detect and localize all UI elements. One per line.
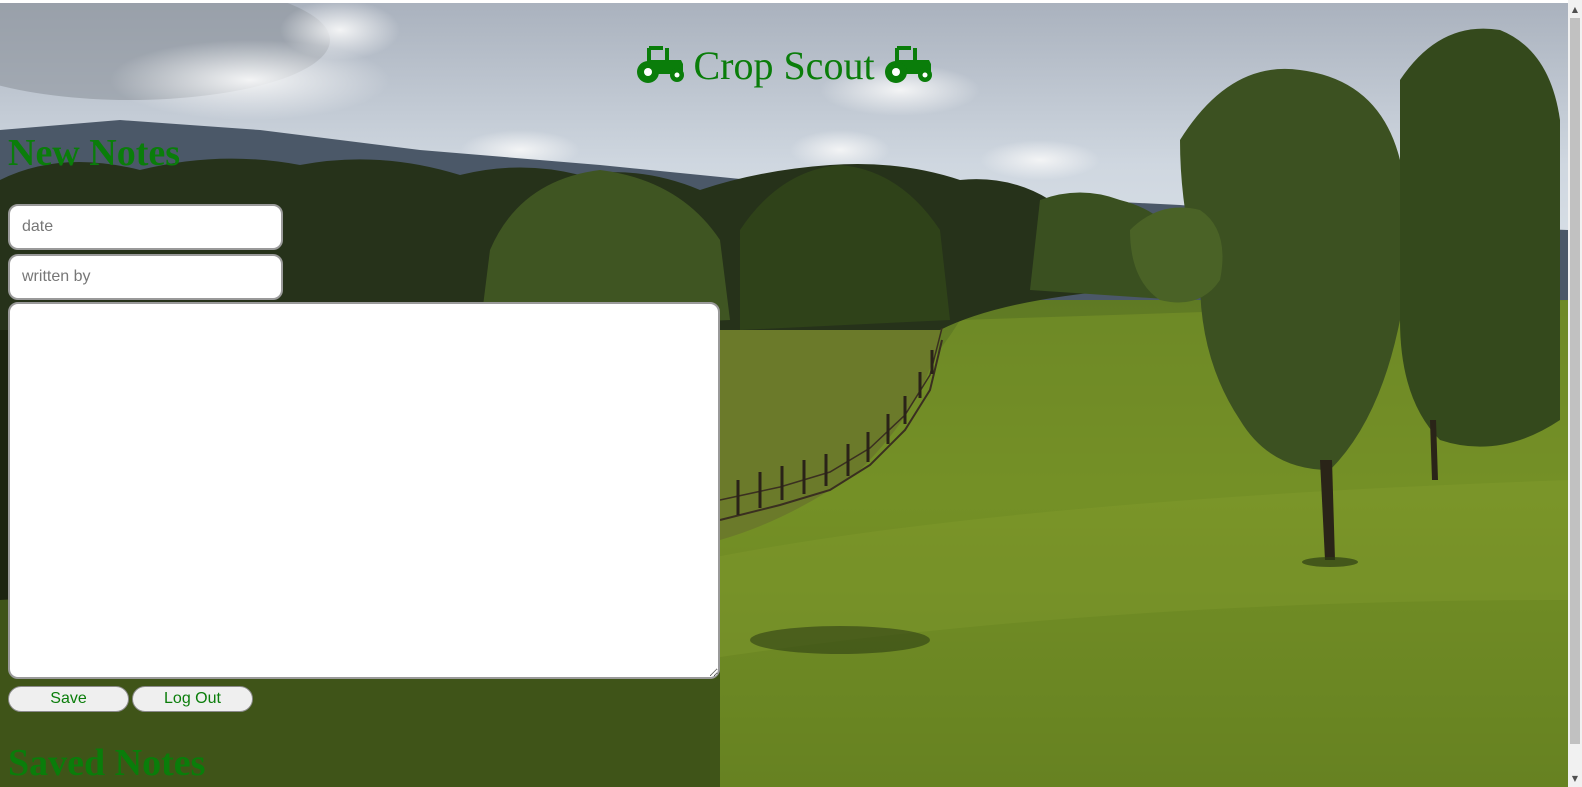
date-input[interactable]	[8, 204, 283, 250]
logout-button[interactable]: Log Out	[132, 686, 253, 712]
new-notes-heading: New Notes	[8, 132, 181, 174]
tractor-icon	[884, 46, 932, 83]
scroll-down-arrow-icon[interactable]: ▼	[1568, 772, 1582, 786]
app-header: Crop Scout	[0, 38, 1568, 94]
app-title: Crop Scout	[693, 43, 875, 88]
save-button[interactable]: Save	[8, 686, 129, 712]
written-by-input[interactable]	[8, 254, 283, 300]
window-top-edge	[0, 0, 1568, 3]
scrollbar-thumb[interactable]	[1570, 18, 1580, 744]
scroll-up-arrow-icon[interactable]: ▲	[1568, 3, 1582, 17]
saved-notes-heading: Saved Notes	[8, 742, 206, 784]
note-textarea[interactable]	[8, 302, 720, 679]
page-scrollbar[interactable]: ▲ ▼	[1568, 0, 1582, 787]
tractor-icon	[637, 46, 685, 83]
